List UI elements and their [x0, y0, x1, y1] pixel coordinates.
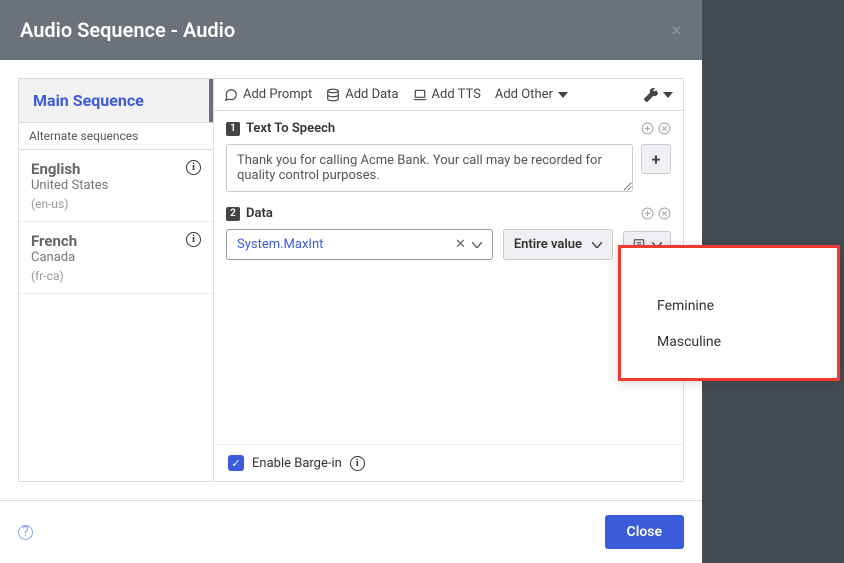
- speech-bubble-icon: [224, 88, 238, 102]
- section-number: 1: [226, 122, 240, 136]
- info-icon[interactable]: i: [350, 456, 365, 471]
- language-item-english[interactable]: English United States (en-us) i: [19, 150, 213, 222]
- modal-title: Audio Sequence - Audio: [20, 18, 235, 42]
- add-data-label: Add Data: [345, 87, 398, 102]
- language-name: French: [31, 232, 77, 250]
- modal-body: Main Sequence Alternate sequences Englis…: [0, 60, 702, 500]
- add-prompt-button[interactable]: Add Prompt: [224, 87, 312, 102]
- tts-section: 1 Text To Speech +: [214, 111, 683, 196]
- language-item-french[interactable]: French Canada (fr-ca) i: [19, 222, 213, 294]
- sequence-sidebar: Main Sequence Alternate sequences Englis…: [18, 78, 213, 482]
- language-code: (fr-ca): [31, 269, 77, 283]
- tts-textarea[interactable]: [226, 144, 633, 192]
- add-circle-icon[interactable]: [641, 207, 654, 220]
- barge-in-label: Enable Barge-in: [252, 456, 342, 471]
- data-section: 2 Data System.MaxInt ✕: [214, 196, 683, 264]
- main-sequence-tab[interactable]: Main Sequence: [19, 79, 213, 122]
- remove-circle-icon[interactable]: [658, 122, 671, 135]
- data-variable-input[interactable]: System.MaxInt ✕: [226, 229, 493, 260]
- add-data-button[interactable]: Add Data: [326, 87, 398, 102]
- close-button[interactable]: Close: [605, 515, 684, 549]
- dropdown-item-feminine[interactable]: Feminine: [621, 288, 837, 324]
- language-code: (en-us): [31, 197, 108, 211]
- dropdown-item-masculine[interactable]: Masculine: [621, 324, 837, 360]
- section-icons: [641, 122, 671, 135]
- gender-dropdown: Feminine Masculine: [618, 245, 840, 381]
- audio-sequence-modal: Audio Sequence - Audio × Main Sequence A…: [0, 0, 702, 563]
- info-icon[interactable]: i: [186, 160, 201, 175]
- clear-icon[interactable]: ✕: [455, 237, 466, 252]
- tts-section-header: 1 Text To Speech: [226, 121, 671, 136]
- language-text: French Canada (fr-ca): [31, 232, 77, 283]
- language-region: Canada: [31, 250, 77, 265]
- section-number: 2: [226, 207, 240, 221]
- barge-in-checkbox[interactable]: ✓: [228, 455, 244, 471]
- barge-in-row: ✓ Enable Barge-in i: [214, 444, 683, 481]
- chevron-down-icon: [663, 92, 673, 98]
- add-button[interactable]: +: [641, 144, 671, 174]
- add-other-label: Add Other: [495, 87, 553, 102]
- modal-footer: ? Close: [0, 500, 702, 563]
- language-text: English United States (en-us): [31, 160, 108, 211]
- data-variable-value: System.MaxInt: [237, 237, 455, 252]
- database-icon: [326, 88, 340, 102]
- chevron-down-icon: [592, 242, 602, 248]
- section-icons: [641, 207, 671, 220]
- language-region: United States: [31, 178, 108, 193]
- content-panel: Add Prompt Add Data Add TTS Add Other: [213, 78, 684, 482]
- add-tts-label: Add TTS: [432, 87, 481, 102]
- entire-value-label: Entire value: [514, 237, 582, 252]
- close-icon[interactable]: ×: [671, 18, 682, 42]
- wrench-icon: [644, 88, 658, 102]
- info-icon[interactable]: i: [186, 232, 201, 247]
- alternate-sequences-label: Alternate sequences: [19, 122, 213, 150]
- add-prompt-label: Add Prompt: [243, 87, 312, 102]
- help-icon[interactable]: ?: [18, 525, 33, 540]
- content-toolbar: Add Prompt Add Data Add TTS Add Other: [214, 79, 683, 111]
- remove-circle-icon[interactable]: [658, 207, 671, 220]
- data-section-label: Data: [246, 206, 273, 221]
- chevron-down-icon[interactable]: [472, 242, 482, 248]
- chevron-down-icon: [558, 92, 568, 98]
- language-name: English: [31, 160, 108, 178]
- add-circle-icon[interactable]: [641, 122, 654, 135]
- settings-button[interactable]: [644, 88, 673, 102]
- entire-value-button[interactable]: Entire value: [503, 229, 613, 260]
- modal-header: Audio Sequence - Audio ×: [0, 0, 702, 60]
- laptop-icon: [413, 88, 427, 102]
- tts-section-body: +: [226, 144, 671, 192]
- add-other-button[interactable]: Add Other: [495, 87, 568, 102]
- data-row: System.MaxInt ✕ Entire value: [226, 229, 671, 260]
- data-section-header: 2 Data: [226, 206, 671, 221]
- tts-section-label: Text To Speech: [246, 121, 335, 136]
- add-tts-button[interactable]: Add TTS: [413, 87, 481, 102]
